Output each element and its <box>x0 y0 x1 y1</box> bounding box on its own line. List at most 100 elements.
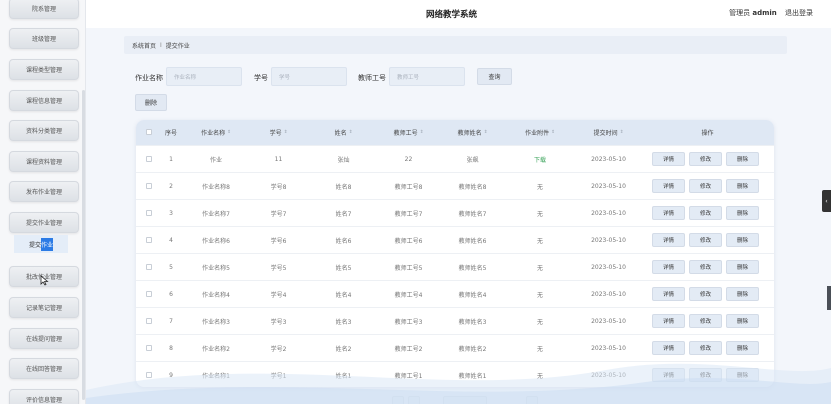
edit-button[interactable]: 修改 <box>689 260 722 274</box>
sidebar-item[interactable]: 课程资料管理 <box>9 151 79 172</box>
sidebar-item[interactable]: 班级管理 <box>9 28 79 49</box>
pagination-total <box>365 398 367 404</box>
row-checkbox[interactable] <box>146 318 152 324</box>
sidebar-item[interactable]: 资料分类管理 <box>9 120 79 141</box>
sidebar-subitem-label: 提交 <box>28 241 41 249</box>
detail-button[interactable]: 详情 <box>652 287 685 301</box>
top-header: 网络教学系统 管理员 admin 退出登录 <box>86 0 831 28</box>
column-header[interactable]: 教师工号 ⇕ <box>376 120 441 145</box>
sort-icon[interactable]: ⇕ <box>551 130 555 135</box>
sort-icon[interactable]: ⇕ <box>227 130 231 135</box>
sidebar-item[interactable]: 评价信息管理 <box>9 389 79 404</box>
sort-icon[interactable]: ⇕ <box>420 130 424 135</box>
table-cell: 2023-05-10 <box>591 237 626 244</box>
column-header[interactable]: 作业附件 ⇕ <box>504 120 576 145</box>
breadcrumb-separator: I <box>160 41 162 49</box>
table-cell: 作业名称2 <box>202 346 230 353</box>
delete-button[interactable]: 删除 <box>726 179 759 193</box>
column-header[interactable]: 提交时间 ⇕ <box>576 120 641 145</box>
edit-button[interactable]: 修改 <box>689 206 722 220</box>
delete-button[interactable]: 删除 <box>726 152 759 166</box>
app-title: 网络教学系统 <box>426 10 478 20</box>
sidebar-item[interactable]: 发布作业管理 <box>9 181 79 202</box>
delete-button[interactable]: 删除 <box>726 341 759 355</box>
row-checkbox[interactable] <box>146 183 152 189</box>
table-cell: 姓名7 <box>335 211 352 218</box>
column-header-label: 教师工号 <box>393 130 418 137</box>
logout-link[interactable]: 退出登录 <box>785 9 813 17</box>
homework-name-input[interactable]: 作业名称 <box>166 67 242 86</box>
table-cell: 姓名2 <box>335 346 352 353</box>
detail-button[interactable]: 详情 <box>652 368 685 382</box>
detail-button[interactable]: 详情 <box>652 314 685 328</box>
detail-button[interactable]: 详情 <box>652 206 685 220</box>
table-row: 9 作业名称1 学号1 姓名1 教师工号1 教师姓名1 无 2023-05-10 详情 修改 删除 <box>136 361 774 387</box>
sort-icon[interactable]: ⇕ <box>284 130 288 135</box>
row-checkbox[interactable] <box>146 291 152 297</box>
sort-icon[interactable]: ⇕ <box>349 130 353 135</box>
breadcrumb: 系统首页 I 提交作业 <box>124 36 787 54</box>
collapse-panel-icon[interactable]: ‹ <box>822 190 831 212</box>
sidebar-item[interactable]: 记录笔记管理 <box>9 297 79 318</box>
sidebar-item[interactable]: 课程类型管理 <box>9 59 79 80</box>
delete-button[interactable]: 删除 <box>726 287 759 301</box>
sort-icon[interactable]: ⇕ <box>484 130 488 135</box>
teacher-id-input[interactable]: 教师工号 <box>389 67 465 86</box>
delete-button[interactable]: 删除 <box>726 206 759 220</box>
sidebar-item[interactable]: 在线回答管理 <box>9 358 79 379</box>
table-cell: 作业 <box>209 157 222 164</box>
delete-button[interactable]: 删除 <box>726 233 759 247</box>
table-cell: 无 <box>536 373 543 380</box>
bulk-delete-button[interactable]: 删除 <box>135 94 167 111</box>
delete-button[interactable]: 删除 <box>726 368 759 382</box>
row-checkbox[interactable] <box>146 372 152 378</box>
detail-button[interactable]: 详情 <box>652 152 685 166</box>
sidebar-item[interactable]: 课程信息管理 <box>9 90 79 111</box>
detail-button[interactable]: 详情 <box>652 341 685 355</box>
row-checkbox[interactable] <box>146 210 152 216</box>
edit-button[interactable]: 修改 <box>689 179 722 193</box>
table-cell: 无 <box>536 265 543 272</box>
detail-button[interactable]: 详情 <box>652 179 685 193</box>
pagination-prev[interactable] <box>392 396 404 404</box>
sort-icon[interactable]: ⇕ <box>620 130 624 135</box>
detail-button[interactable]: 详情 <box>652 233 685 247</box>
sidebar-subitem-submit-homework[interactable]: 提交 作业 <box>14 235 68 253</box>
row-checkbox[interactable] <box>146 345 152 351</box>
table-cell: 2 <box>169 183 173 190</box>
delete-button[interactable]: 删除 <box>726 314 759 328</box>
table-cell: 2023-05-10 <box>591 210 626 217</box>
edit-button[interactable]: 修改 <box>689 368 722 382</box>
pagination-page[interactable] <box>408 396 420 404</box>
pagination-next[interactable] <box>526 396 538 404</box>
detail-button[interactable]: 详情 <box>652 260 685 274</box>
edit-button[interactable]: 修改 <box>689 233 722 247</box>
select-all-checkbox[interactable] <box>146 129 152 135</box>
column-header[interactable]: 学号 ⇕ <box>246 120 311 145</box>
table-cell: 教师姓名4 <box>458 292 487 299</box>
table-cell: 2023-05-10 <box>591 264 626 271</box>
sidebar-item[interactable]: 提交作业管理 <box>9 212 79 233</box>
column-header[interactable]: 姓名 ⇕ <box>311 120 376 145</box>
delete-button[interactable]: 删除 <box>726 260 759 274</box>
table-cell: 学号1 <box>270 373 287 380</box>
row-checkbox[interactable] <box>146 237 152 243</box>
student-id-input[interactable]: 学号 <box>271 67 347 86</box>
breadcrumb-home[interactable]: 系统首页 <box>132 41 156 50</box>
row-checkbox[interactable] <box>146 156 152 162</box>
sidebar-scrollbar[interactable] <box>82 90 85 400</box>
column-header[interactable]: 作业名称 ⇕ <box>186 120 246 145</box>
pagination-size-select[interactable] <box>443 396 487 404</box>
download-link[interactable]: 下载 <box>504 146 576 173</box>
edit-button[interactable]: 修改 <box>689 314 722 328</box>
edit-button[interactable]: 修改 <box>689 287 722 301</box>
row-checkbox[interactable] <box>146 264 152 270</box>
sidebar-item[interactable]: 在线提问管理 <box>9 328 79 349</box>
edit-button[interactable]: 修改 <box>689 341 722 355</box>
query-button[interactable]: 查询 <box>477 68 512 85</box>
side-handle[interactable] <box>827 286 831 310</box>
edit-button[interactable]: 修改 <box>689 152 722 166</box>
column-header[interactable]: 教师姓名 ⇕ <box>441 120 504 145</box>
column-header-label: 操作 <box>701 130 714 137</box>
sidebar-item[interactable]: 院系管理 <box>9 0 79 19</box>
